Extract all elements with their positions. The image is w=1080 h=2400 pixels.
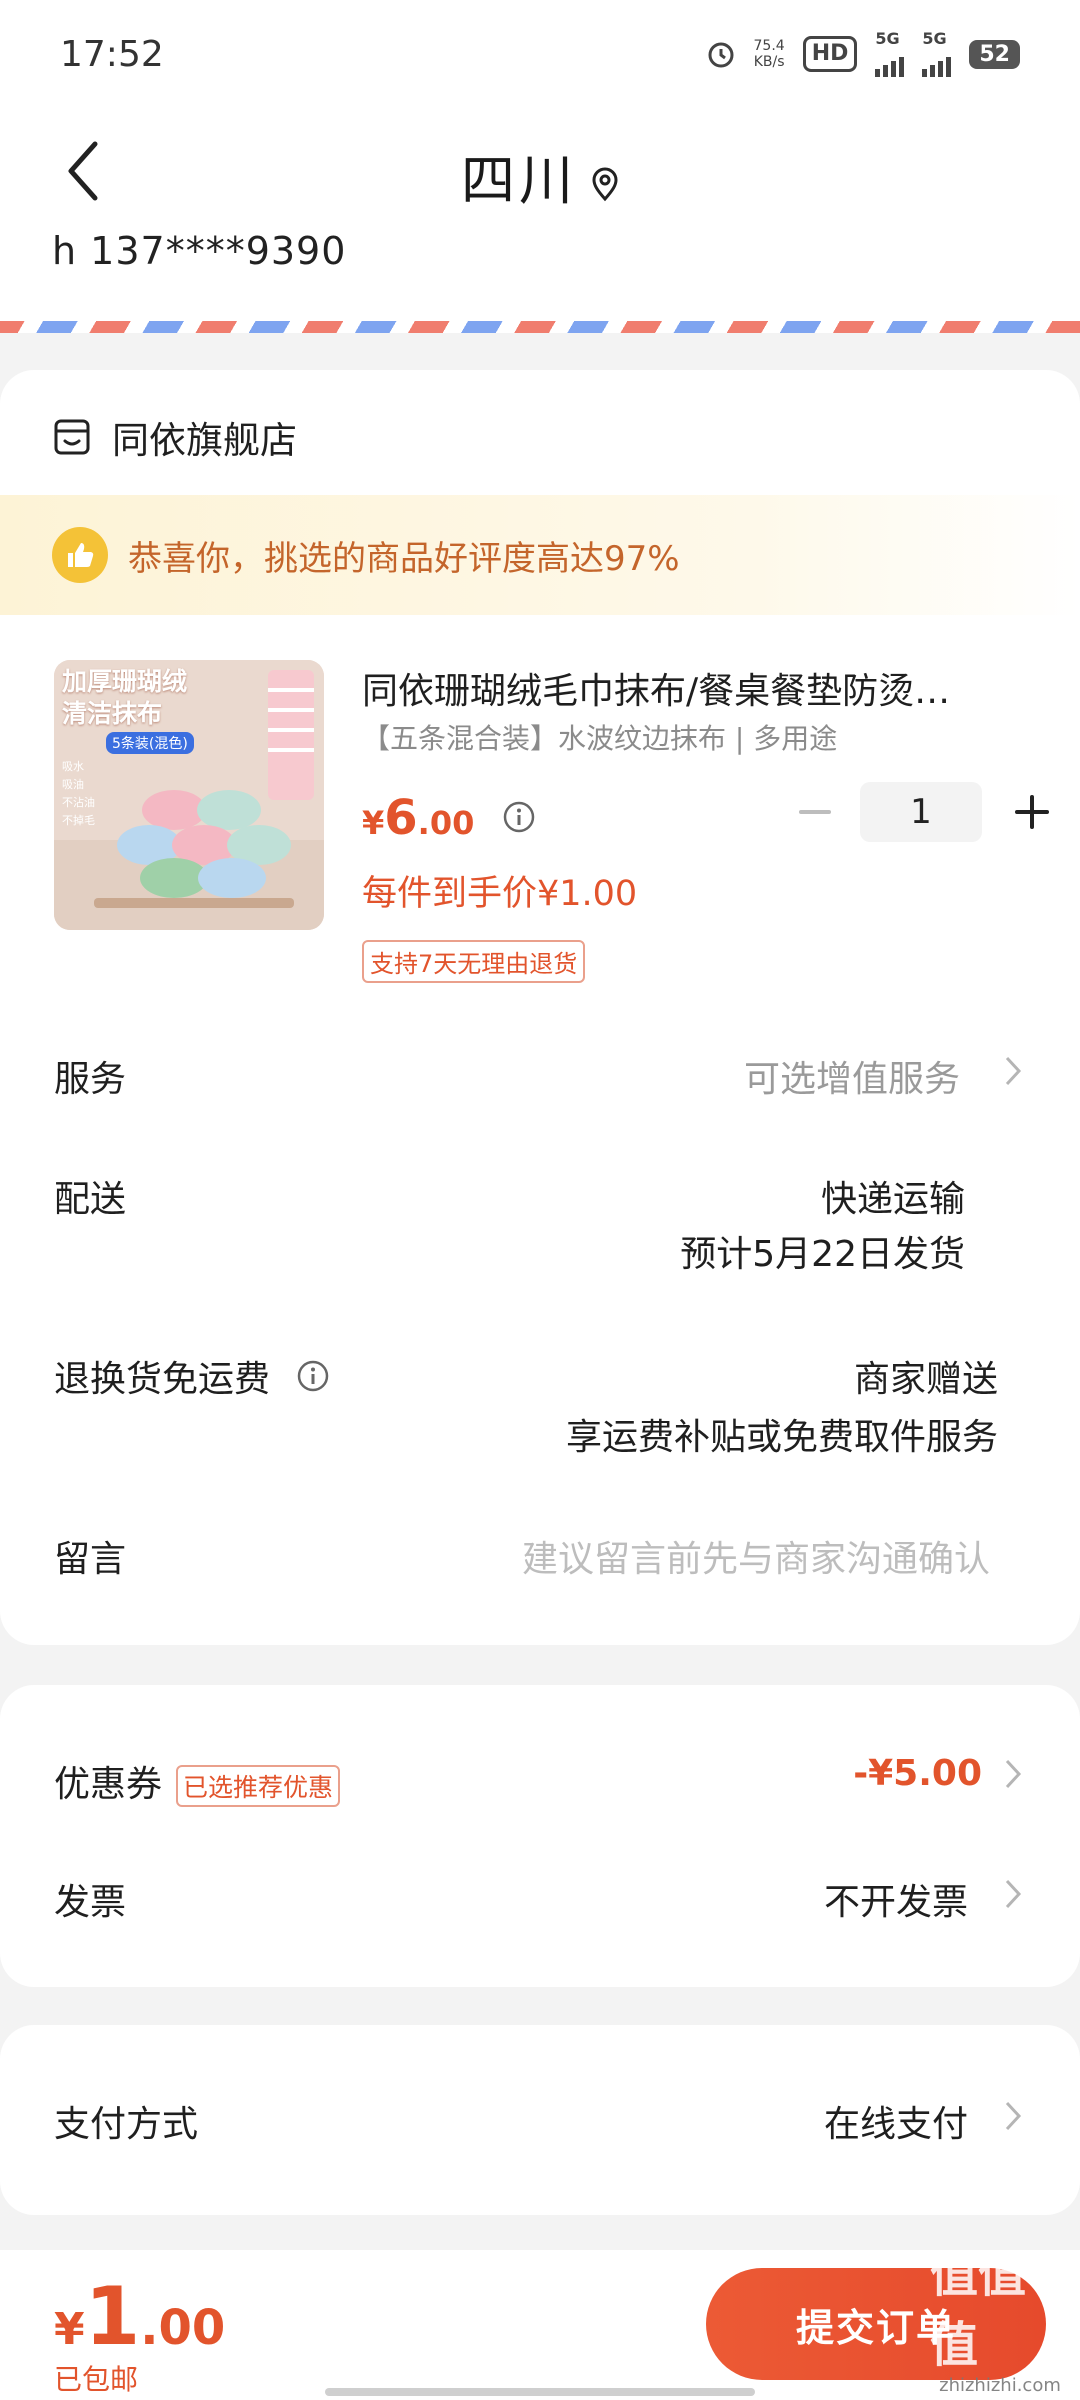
page-title[interactable]: 四川 [0, 136, 1080, 215]
alarm-icon [708, 42, 734, 68]
image-bullet: 吸油 [62, 778, 84, 791]
image-headline: 加厚珊瑚绒 清洁抹布 [62, 666, 187, 730]
price-currency: ¥ [362, 804, 385, 842]
payment-card: 支付方式 在线支付 [0, 2025, 1080, 2215]
quantity-input[interactable]: 1 [860, 782, 982, 842]
net-speed-value: 75.4 [753, 38, 785, 54]
message-label: 留言 [54, 1539, 127, 1580]
service-label: 服务 [54, 1059, 127, 1100]
coupon-value[interactable]: -¥5.00 [853, 1753, 982, 1794]
store-row[interactable]: 同依旗舰店 [52, 410, 297, 464]
return-policy-badge: 支持7天无理由退货 [362, 940, 586, 983]
status-time: 17:52 [60, 33, 164, 75]
address-card[interactable]: h 137****9390 [0, 225, 1080, 333]
image-bullet: 吸水 [62, 760, 84, 773]
return-shipping-detail: 享运费补贴或免费取件服务 [565, 1417, 998, 1458]
chevron-right-icon[interactable] [1003, 1877, 1023, 1911]
order-total: ¥ 1 .00 [54, 2270, 225, 2363]
thumbs-up-icon [52, 527, 108, 583]
watermark-url: zhizhizhi.com [939, 2374, 1061, 2396]
chevron-right-icon[interactable] [1003, 1757, 1023, 1791]
product-title[interactable]: 同依珊瑚绒毛巾抹布/餐桌餐垫防烫… [362, 662, 1002, 714]
watermark-text: 值值值 [930, 2246, 1027, 2373]
decrease-button[interactable] [790, 787, 840, 837]
service-value[interactable]: 可选增值服务 [744, 1050, 960, 1102]
coupon-label: 优惠券 已选推荐优惠 [54, 1755, 341, 1807]
coupon-tag: 已选推荐优惠 [176, 1765, 341, 1807]
info-icon[interactable] [502, 800, 536, 834]
product-price: ¥ 6 .00 [362, 790, 536, 846]
invoice-label: 发票 [54, 1882, 127, 1923]
contact-phone: h 137****9390 [52, 229, 347, 273]
hd-icon: HD [802, 36, 858, 72]
bottom-bar: ¥ 1 .00 已包邮 提交订单 [0, 2250, 1080, 2400]
info-icon[interactable] [296, 1359, 330, 1393]
chevron-right-icon[interactable] [1003, 2099, 1023, 2133]
store-icon [54, 419, 90, 455]
increase-button[interactable] [1002, 782, 1062, 842]
store-name: 同依旗舰店 [112, 419, 297, 462]
coupon-card: 优惠券 已选推荐优惠 -¥5.00 发票 不开发票 [0, 1685, 1080, 1987]
price-decimal: .00 [417, 804, 475, 842]
battery-icon: 52 [969, 39, 1020, 69]
image-bullets: 吸水 吸油 不沾油 不掉毛 [62, 758, 95, 830]
image-bullet: 不沾油 [62, 796, 95, 809]
delivery-date: 预计5月22日发货 [680, 1234, 965, 1275]
airmail-border [0, 321, 1080, 333]
return-shipping-label: 退换货免运费 [54, 1350, 330, 1402]
delivery-label: 配送 [54, 1179, 127, 1220]
sim2-label: 5G [922, 29, 947, 48]
status-bar: 17:52 75.4 KB/s HD 5G 5G 52 [0, 0, 1080, 108]
net-speed: 75.4 KB/s [754, 38, 785, 70]
signal-bars-icon [875, 47, 905, 77]
product-spec[interactable]: 【五条混合装】水波纹边抹布 | 多用途 [362, 717, 837, 757]
price-integer: 6 [384, 790, 418, 846]
watermark: 值值值 zhizhizhi.com [930, 2247, 1070, 2396]
image-tag: 5条装(混色) [106, 732, 194, 754]
chevron-right-icon[interactable] [1003, 1054, 1023, 1088]
coupon-text: 优惠券 [54, 1764, 163, 1805]
status-icons: 75.4 KB/s HD 5G 5G 52 [706, 31, 1020, 77]
free-shipping-note: 已包邮 [54, 2363, 139, 2396]
header: 四川 [0, 108, 1080, 238]
order-card: 同依旗舰店 恭喜你，挑选的商品好评度高达97% 加厚珊瑚绒 清洁抹布 5条装(混… [0, 370, 1080, 1645]
minus-icon [799, 810, 831, 814]
message-input[interactable]: 建议留言前先与商家沟通确认 [522, 1530, 990, 1582]
sim1-label: 5G [875, 29, 900, 48]
home-indicator[interactable] [325, 2388, 755, 2396]
payment-value[interactable]: 在线支付 [824, 2095, 968, 2147]
invoice-value[interactable]: 不开发票 [824, 1873, 968, 1925]
net-speed-unit: KB/s [753, 54, 785, 70]
quantity-stepper: 1 [790, 782, 1062, 842]
image-line2: 清洁抹布 [62, 699, 163, 728]
plus-icon [1015, 795, 1049, 829]
sim1-signal: 5G [875, 29, 905, 77]
sim2-signal: 5G [922, 29, 952, 77]
promo-bar: 恭喜你，挑选的商品好评度高达97% [0, 495, 1080, 615]
location-pin-icon [592, 167, 618, 202]
image-line1: 加厚珊瑚绒 [62, 667, 188, 696]
total-currency: ¥ [54, 2304, 85, 2355]
unit-price: 每件到手价¥1.00 [362, 874, 638, 914]
payment-label: 支付方式 [54, 2104, 199, 2145]
product-image[interactable]: 加厚珊瑚绒 清洁抹布 5条装(混色) 吸水 吸油 不沾油 不掉毛 [54, 660, 324, 930]
total-decimal: .00 [140, 2300, 226, 2356]
promo-text: 恭喜你，挑选的商品好评度高达97% [128, 538, 680, 579]
image-bullet: 不掉毛 [62, 814, 95, 827]
signal-bars-icon [922, 47, 952, 77]
delivery-method: 快递运输 [820, 1179, 965, 1220]
return-shipping-text: 退换货免运费 [54, 1359, 271, 1400]
total-integer: 1 [84, 2270, 141, 2363]
return-shipping-value: 商家赠送 [853, 1359, 998, 1400]
region-name: 四川 [461, 149, 577, 212]
